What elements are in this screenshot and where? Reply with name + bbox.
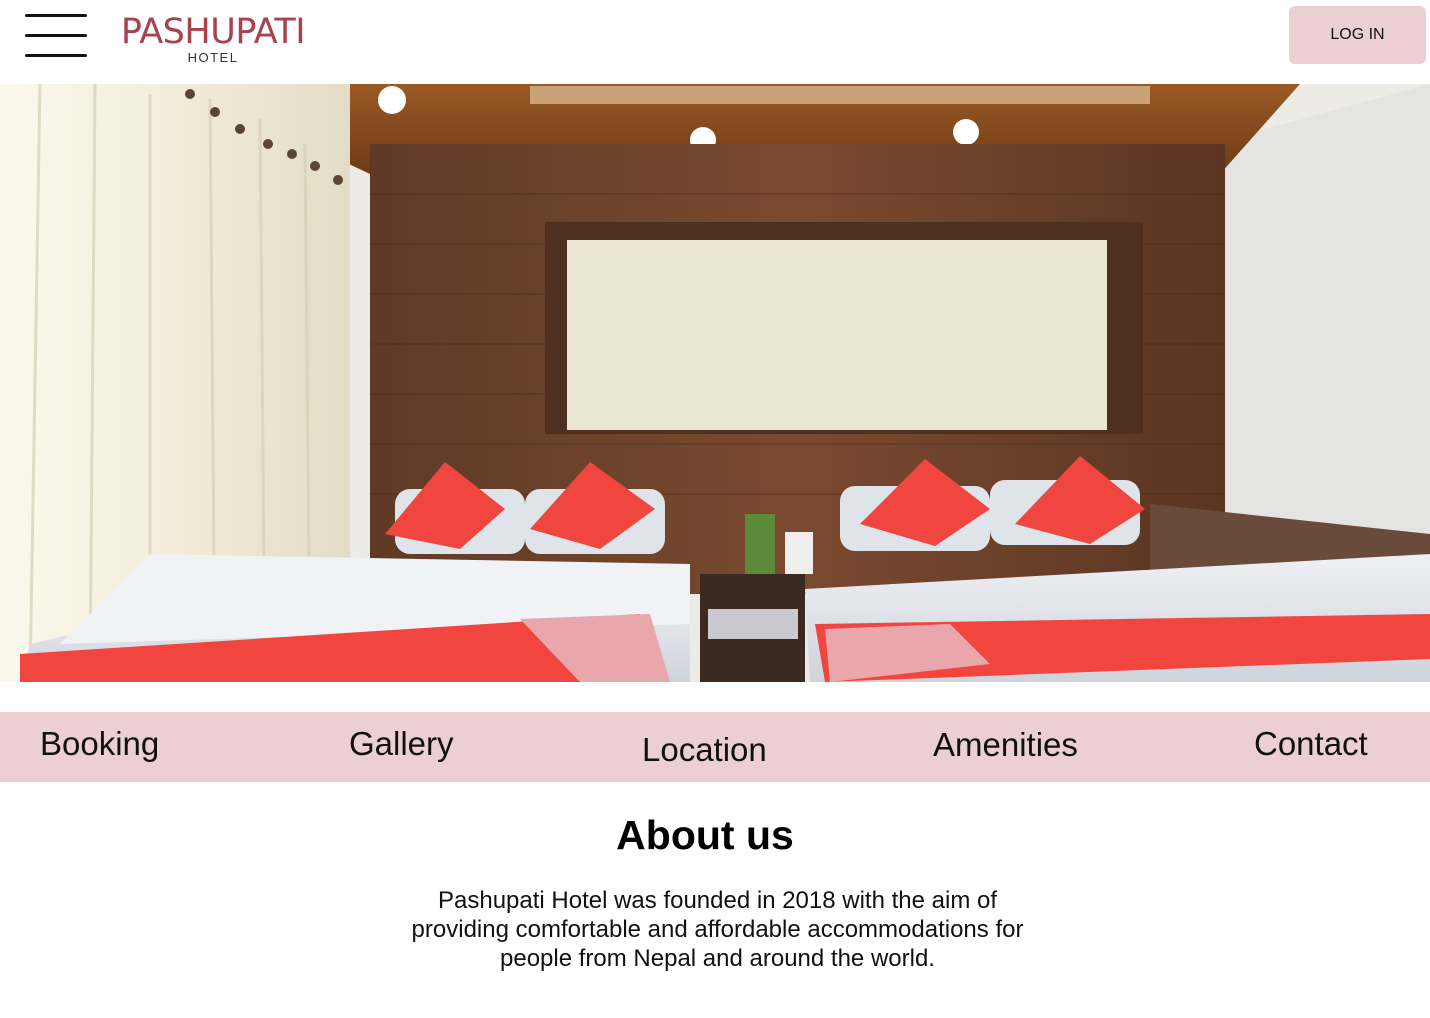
nav-contact-link[interactable]: Contact (1254, 725, 1368, 763)
logo-subtitle: HOTEL (187, 50, 239, 65)
hamburger-menu-icon[interactable] (25, 14, 87, 58)
about-heading: About us (616, 812, 794, 858)
login-button[interactable]: LOG IN (1289, 6, 1426, 64)
logo-title: PASHUPATI (120, 12, 306, 52)
nav-gallery-link[interactable]: Gallery (349, 725, 454, 763)
hotel-logo[interactable]: PASHUPATI HOTEL (108, 12, 318, 66)
nav-location-link[interactable]: Location (642, 731, 767, 769)
about-description: Pashupati Hotel was founded in 2018 with… (411, 887, 1024, 972)
hero-hotel-room-image (0, 84, 1430, 682)
main-navigation: Booking Gallery Location Amenities Conta… (0, 712, 1430, 782)
hotel-room-illustration (0, 84, 1430, 682)
nav-booking-link[interactable]: Booking (40, 725, 159, 763)
site-header: PASHUPATI HOTEL LOG IN (0, 0, 1430, 84)
nav-amenities-link[interactable]: Amenities (933, 726, 1078, 764)
